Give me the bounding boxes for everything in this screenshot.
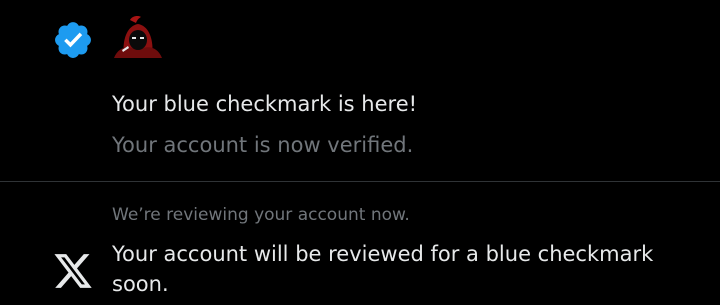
notification-meta: We’re reviewing your account now. [112, 205, 410, 225]
verified-badge-icon [52, 19, 94, 61]
notification-title: Your blue checkmark is here! [112, 92, 418, 116]
notification-verified[interactable]: Your blue checkmark is here! Your accoun… [0, 0, 720, 181]
avatar[interactable] [110, 12, 166, 60]
notification-subtitle: Your account is now verified. [112, 133, 414, 157]
x-logo-icon [52, 252, 94, 290]
notification-body: Your account will be reviewed for a blue… [112, 242, 654, 296]
notification-review[interactable]: We’re reviewing your account now. Your a… [0, 182, 720, 305]
